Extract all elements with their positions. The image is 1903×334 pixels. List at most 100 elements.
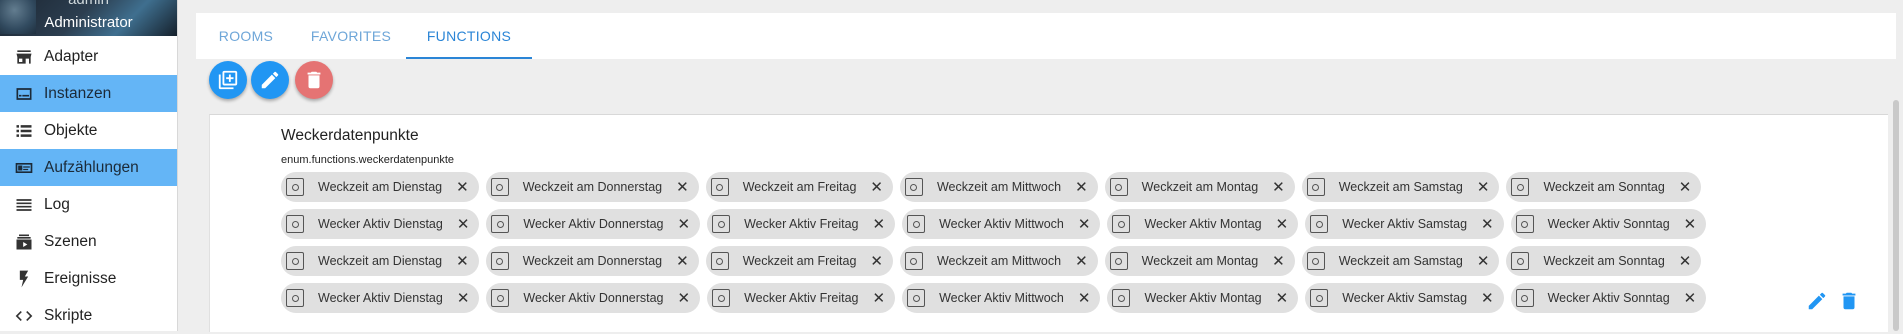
member-chip[interactable]: Weckzeit am Dienstag ✕ <box>281 172 479 202</box>
close-icon[interactable]: ✕ <box>457 217 470 232</box>
member-chip[interactable]: Weckzeit am Freitag ✕ <box>705 246 893 276</box>
close-icon[interactable]: ✕ <box>1075 180 1088 195</box>
close-icon[interactable]: ✕ <box>678 217 691 232</box>
chip-label: Wecker Aktiv Dienstag <box>318 217 443 231</box>
enum-id: enum.functions.weckerdatenpunkte <box>281 154 455 166</box>
close-icon[interactable]: ✕ <box>1481 217 1494 232</box>
edit-member-button[interactable] <box>1806 290 1828 312</box>
member-chip[interactable]: Wecker Aktiv Samstag ✕ <box>1305 209 1504 239</box>
member-chip[interactable]: Wecker Aktiv Montag ✕ <box>1107 283 1299 313</box>
sidebar-item-ereignisse[interactable]: Ereignisse <box>0 260 177 297</box>
member-chip[interactable]: Weckzeit am Sonntag ✕ <box>1506 172 1702 202</box>
member-chip[interactable]: Wecker Aktiv Dienstag ✕ <box>281 209 480 239</box>
member-chip[interactable]: Weckzeit am Freitag ✕ <box>705 172 893 202</box>
chip-row: Wecker Aktiv Dienstag ✕ Wecker Aktiv Donne… <box>281 283 1707 313</box>
member-chip[interactable]: Weckzeit am Samstag ✕ <box>1301 246 1500 276</box>
close-icon[interactable]: ✕ <box>678 291 691 306</box>
close-icon[interactable]: ✕ <box>1477 254 1490 269</box>
sidebar-item-aufzaehlungen[interactable]: Aufzählungen <box>0 149 177 186</box>
edit-enum-button[interactable] <box>251 61 289 99</box>
state-object-icon <box>1112 289 1131 307</box>
close-icon[interactable]: ✕ <box>1276 291 1289 306</box>
chip-row: Weckzeit am Dienstag ✕ Weckzeit am Donners… <box>281 246 1702 276</box>
sidebar-item-label: Ereignisse <box>44 269 117 287</box>
close-icon[interactable]: ✕ <box>1679 180 1692 195</box>
close-icon[interactable]: ✕ <box>1272 180 1285 195</box>
close-icon[interactable]: ✕ <box>870 254 883 269</box>
scenes-icon <box>14 232 34 252</box>
delete-member-button[interactable] <box>1838 290 1860 312</box>
sidebar-item-objekte[interactable]: Objekte <box>0 112 177 149</box>
close-icon[interactable]: ✕ <box>457 291 470 306</box>
sidebar-item-instanzen[interactable]: Instanzen <box>0 75 177 112</box>
tab-favorites[interactable]: FAVORITES <box>296 13 406 59</box>
member-chip[interactable]: Wecker Aktiv Mittwoch ✕ <box>902 209 1101 239</box>
state-object-icon <box>286 289 304 307</box>
sidebar-item-label: Instanzen <box>44 84 112 102</box>
chip-label: Wecker Aktiv Mittwoch <box>939 217 1064 231</box>
chip-label: Weckzeit am Sonntag <box>1543 254 1665 268</box>
state-object-icon <box>1511 252 1530 270</box>
member-chip[interactable]: Weckzeit am Donnerstag ✕ <box>485 246 699 276</box>
sidebar-item-szenen[interactable]: Szenen <box>0 223 177 260</box>
close-icon[interactable]: ✕ <box>1684 217 1697 232</box>
state-object-icon <box>1112 215 1131 233</box>
member-chip[interactable]: Weckzeit am Sonntag ✕ <box>1506 246 1702 276</box>
member-chip[interactable]: Wecker Aktiv Montag ✕ <box>1107 209 1299 239</box>
sidebar-item-log[interactable]: Log <box>0 186 177 223</box>
close-icon[interactable]: ✕ <box>872 217 885 232</box>
tab-rooms[interactable]: ROOMS <box>196 13 296 59</box>
close-icon[interactable]: ✕ <box>1679 254 1692 269</box>
chip-label: Weckzeit am Mittwoch <box>936 254 1062 268</box>
member-chip[interactable]: Wecker Aktiv Donnerstag ✕ <box>486 209 701 239</box>
member-chip[interactable]: Weckzeit am Mittwoch ✕ <box>899 246 1098 276</box>
member-chip[interactable]: Wecker Aktiv Freitag ✕ <box>707 209 896 239</box>
close-icon[interactable]: ✕ <box>1078 217 1091 232</box>
chip-label: Weckzeit am Montag <box>1141 254 1259 268</box>
state-object-icon <box>490 252 509 270</box>
scrollbar[interactable] <box>1893 100 1899 331</box>
close-icon[interactable]: ✕ <box>1276 217 1289 232</box>
close-icon[interactable]: ✕ <box>1078 291 1091 306</box>
member-chip[interactable]: Weckzeit am Mittwoch ✕ <box>899 172 1098 202</box>
close-icon[interactable]: ✕ <box>1481 291 1494 306</box>
chip-label: Weckzeit am Mittwoch <box>936 180 1062 194</box>
sidebar-item-label: Objekte <box>44 121 98 139</box>
member-chip[interactable]: Wecker Aktiv Freitag ✕ <box>707 283 896 313</box>
sidebar-item-adapter[interactable]: Adapter <box>0 38 177 75</box>
close-icon[interactable]: ✕ <box>456 180 469 195</box>
chip-label: Wecker Aktiv Sonntag <box>1547 217 1670 231</box>
state-object-icon <box>1511 178 1530 196</box>
close-icon[interactable]: ✕ <box>676 254 689 269</box>
member-chip[interactable]: Wecker Aktiv Donnerstag ✕ <box>486 283 701 313</box>
member-chip[interactable]: Weckzeit am Dienstag ✕ <box>281 246 479 276</box>
state-object-icon <box>491 215 510 233</box>
close-icon[interactable]: ✕ <box>1477 180 1490 195</box>
member-chip[interactable]: Wecker Aktiv Sonntag ✕ <box>1510 283 1707 313</box>
member-chip[interactable]: Weckzeit am Montag ✕ <box>1104 172 1295 202</box>
member-chip[interactable]: Wecker Aktiv Dienstag ✕ <box>281 283 480 313</box>
delete-enum-button[interactable] <box>295 61 333 99</box>
close-icon[interactable]: ✕ <box>1272 254 1285 269</box>
member-chip[interactable]: Weckzeit am Montag ✕ <box>1104 246 1295 276</box>
add-enum-button[interactable] <box>209 61 247 99</box>
close-icon[interactable]: ✕ <box>872 291 885 306</box>
close-icon[interactable]: ✕ <box>870 180 883 195</box>
sidebar-item-skripte[interactable]: Skripte <box>0 297 177 334</box>
close-icon[interactable]: ✕ <box>676 180 689 195</box>
tab-functions[interactable]: FUNCTIONS <box>406 13 532 59</box>
member-chip[interactable]: Wecker Aktiv Samstag ✕ <box>1305 283 1504 313</box>
state-object-icon <box>286 215 304 233</box>
close-icon[interactable]: ✕ <box>456 254 469 269</box>
member-chip[interactable]: Wecker Aktiv Sonntag ✕ <box>1510 209 1707 239</box>
chip-label: Weckzeit am Donnerstag <box>522 180 663 194</box>
state-object-icon <box>1515 215 1534 233</box>
member-chip[interactable]: Wecker Aktiv Mittwoch ✕ <box>902 283 1101 313</box>
member-chip[interactable]: Weckzeit am Donnerstag ✕ <box>485 172 699 202</box>
close-icon[interactable]: ✕ <box>1684 291 1697 306</box>
member-chip[interactable]: Weckzeit am Samstag ✕ <box>1301 172 1500 202</box>
sidebar-item-label: Aufzählungen <box>44 158 139 176</box>
chip-label: Wecker Aktiv Donnerstag <box>523 217 664 231</box>
close-icon[interactable]: ✕ <box>1075 254 1088 269</box>
state-object-icon <box>712 215 731 233</box>
